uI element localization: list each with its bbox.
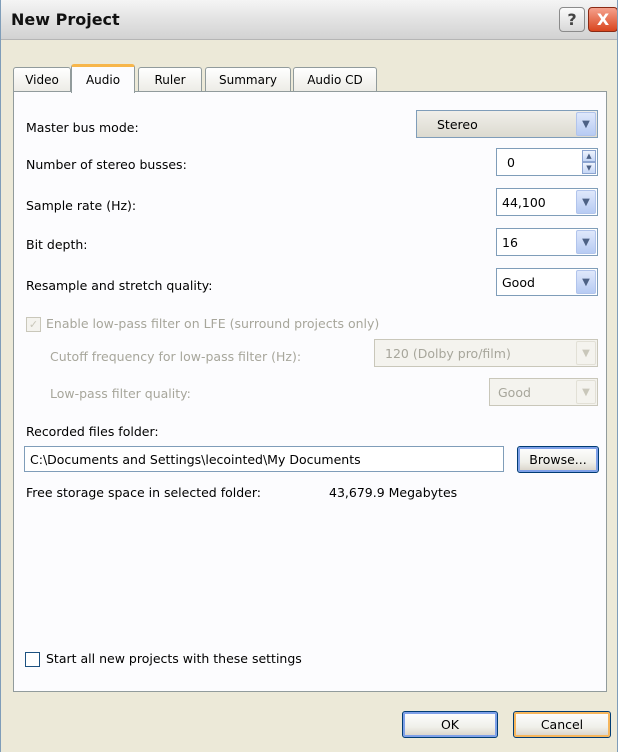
lowpass-quality-value: Good <box>498 385 531 400</box>
chevron-down-icon: ▼ <box>576 190 596 214</box>
help-icon: ? <box>567 10 577 29</box>
audio-tab-panel: Master bus mode: Stereo ▼ Number of ster… <box>13 91 607 692</box>
tab-audio-label: Audio <box>85 73 121 87</box>
lowpass-enable-checkbox[interactable]: ✓ <box>26 317 41 332</box>
sample-rate-select[interactable]: 44,100 ▼ <box>496 188 598 216</box>
bit-depth-label: Bit depth: <box>26 237 88 252</box>
lowpass-enable-label: Enable low-pass filter on LFE (surround … <box>46 316 380 331</box>
cutoff-frequency-label: Cutoff frequency for low-pass filter (Hz… <box>50 349 302 364</box>
browse-button-label: Browse... <box>529 452 587 467</box>
resample-quality-value: Good <box>502 275 535 290</box>
title-bar[interactable]: New Project ? X <box>1 0 617 40</box>
chevron-down-icon: ▼ <box>576 341 596 365</box>
free-space-label: Free storage space in selected folder: <box>26 485 261 500</box>
cutoff-frequency-select[interactable]: 120 (Dolby pro/film) ▼ <box>374 339 598 367</box>
stereo-busses-label: Number of stereo busses: <box>26 157 187 172</box>
chevron-down-icon: ▼ <box>576 270 596 294</box>
spin-up-icon[interactable]: ▲ <box>582 150 596 162</box>
sample-rate-label: Sample rate (Hz): <box>26 198 137 213</box>
recorded-folder-value: C:\Documents and Settings\lecointed\My D… <box>30 452 361 467</box>
chevron-down-icon: ▼ <box>576 230 596 254</box>
chevron-down-icon: ▼ <box>576 112 596 136</box>
bit-depth-value: 16 <box>502 235 518 250</box>
tab-ruler[interactable]: Ruler <box>138 67 202 92</box>
bit-depth-select[interactable]: 16 ▼ <box>496 228 598 256</box>
stereo-busses-value: 0 <box>507 155 515 170</box>
check-icon: ✓ <box>28 318 39 331</box>
tab-audio[interactable]: Audio <box>71 64 135 93</box>
cutoff-frequency-value: 120 (Dolby pro/film) <box>385 346 511 361</box>
lowpass-quality-select[interactable]: Good ▼ <box>489 378 598 406</box>
tab-summary[interactable]: Summary <box>205 67 291 92</box>
cancel-button[interactable]: Cancel <box>513 711 611 738</box>
recorded-folder-field[interactable]: C:\Documents and Settings\lecointed\My D… <box>24 446 504 472</box>
tab-summary-label: Summary <box>219 73 277 87</box>
master-bus-label: Master bus mode: <box>26 120 139 135</box>
help-button[interactable]: ? <box>559 7 585 32</box>
spin-down-icon[interactable]: ▼ <box>582 162 596 174</box>
new-project-dialog: New Project ? X Video Audio Ruler Summar… <box>0 0 618 752</box>
cancel-button-label: Cancel <box>540 717 584 732</box>
recorded-folder-label: Recorded files folder: <box>26 424 159 439</box>
sample-rate-value: 44,100 <box>502 195 546 210</box>
resample-quality-select[interactable]: Good ▼ <box>496 268 598 296</box>
ok-button-label: OK <box>440 717 460 732</box>
close-button[interactable]: X <box>588 7 617 32</box>
start-all-checkbox[interactable] <box>25 652 40 667</box>
dialog-title: New Project <box>11 10 120 29</box>
close-icon: X <box>596 10 610 29</box>
tab-audio-cd-label: Audio CD <box>307 73 363 87</box>
resample-quality-label: Resample and stretch quality: <box>26 278 213 293</box>
tab-video-label: Video <box>25 73 59 87</box>
lowpass-quality-label: Low-pass filter quality: <box>50 386 191 401</box>
tab-ruler-label: Ruler <box>154 73 186 87</box>
browse-button[interactable]: Browse... <box>517 446 599 473</box>
master-bus-value: Stereo <box>437 117 478 132</box>
tab-audio-cd[interactable]: Audio CD <box>293 67 377 92</box>
master-bus-select[interactable]: Stereo ▼ <box>416 110 598 138</box>
stereo-busses-spinner[interactable]: 0 ▲ ▼ <box>496 148 598 176</box>
tab-video[interactable]: Video <box>13 67 71 92</box>
free-space-value: 43,679.9 Megabytes <box>329 485 458 500</box>
chevron-down-icon: ▼ <box>576 380 596 404</box>
ok-button[interactable]: OK <box>402 711 498 738</box>
start-all-label: Start all new projects with these settin… <box>46 651 302 666</box>
